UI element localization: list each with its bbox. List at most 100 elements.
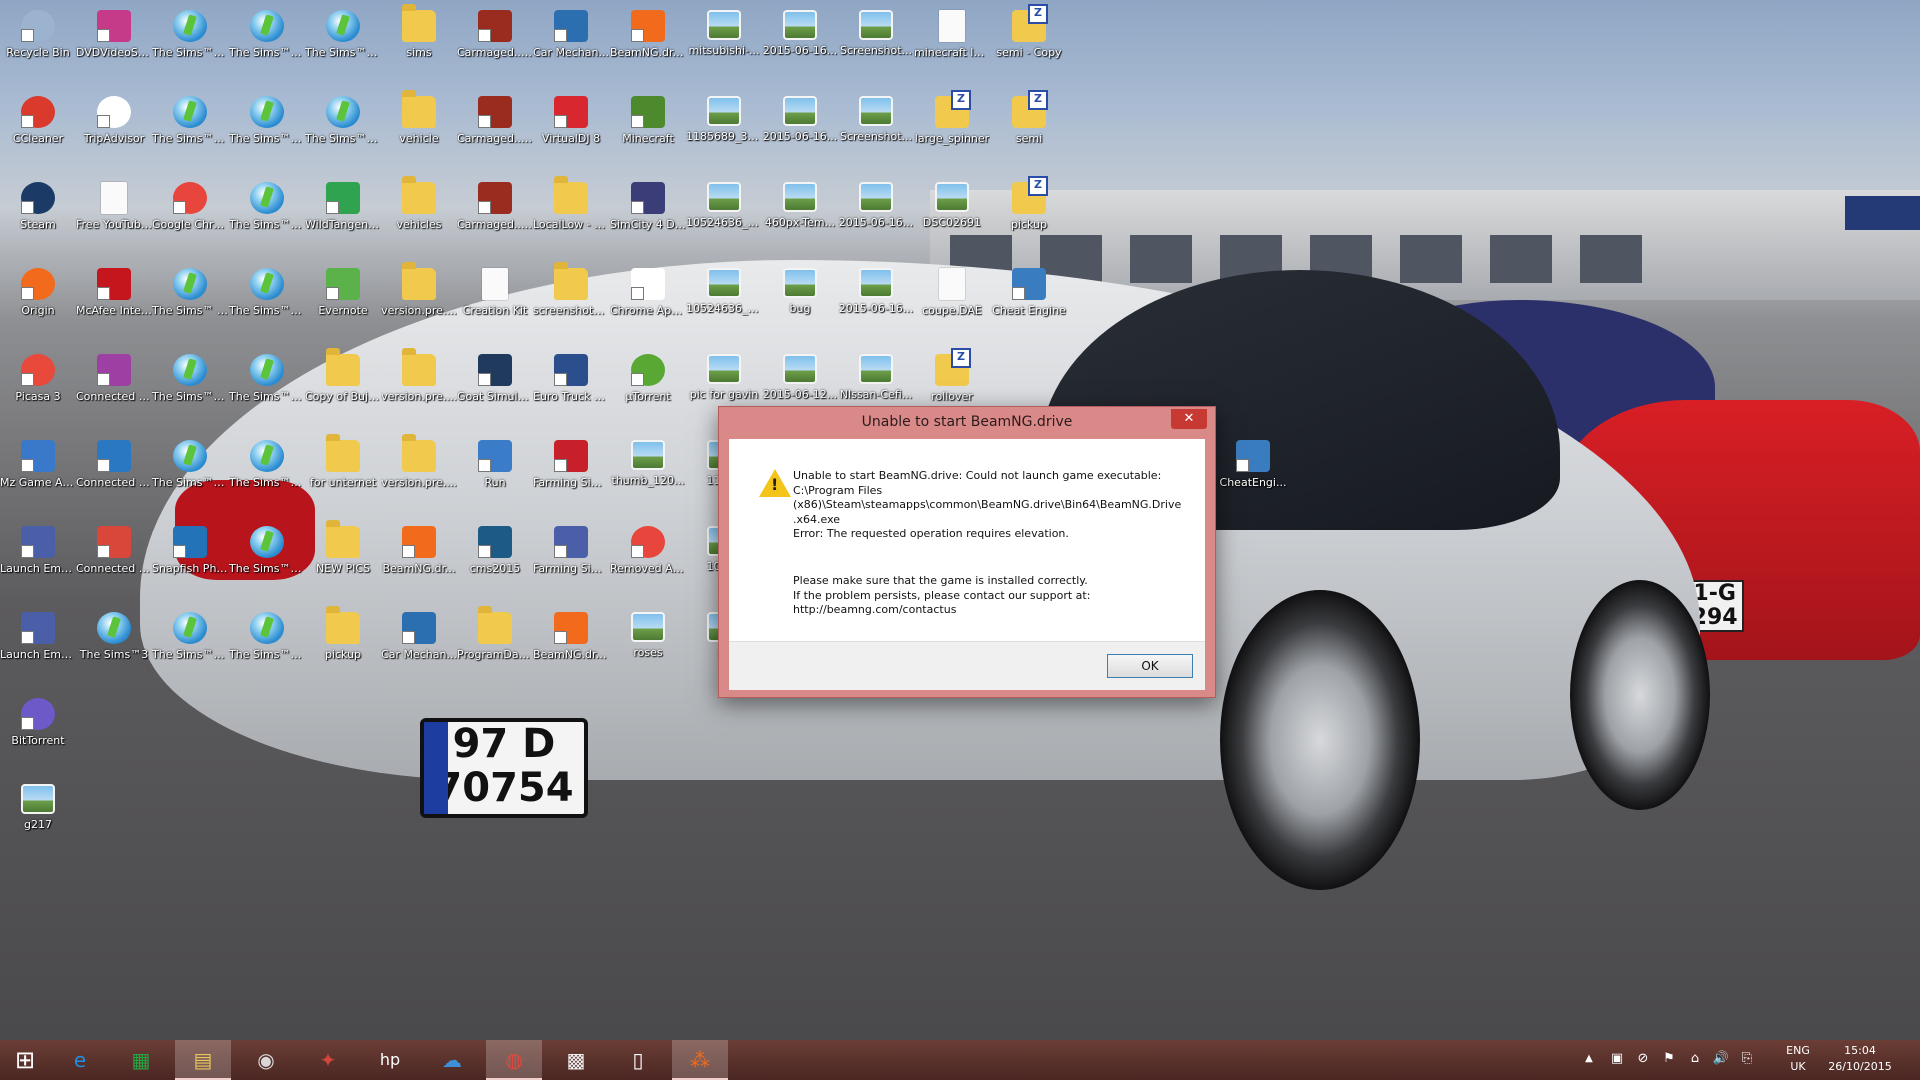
desktop-icon[interactable]: CheatEngi... — [1215, 434, 1291, 520]
desktop-icon[interactable]: for unternet — [305, 434, 381, 520]
desktop-icon[interactable]: Goat Simulator — [457, 348, 533, 434]
desktop-icon[interactable]: large_spinner — [914, 90, 990, 176]
support-link[interactable]: http://beamng.com/contactus — [793, 603, 1193, 618]
desktop-icon[interactable]: coupe.DAE — [914, 262, 990, 348]
desktop-icon[interactable]: McAfee Intern... — [76, 262, 152, 348]
desktop-icon[interactable]: Carmaged... Reincarnati... — [457, 90, 533, 176]
taskbar-app-button[interactable]: e — [52, 1040, 108, 1080]
volume-icon[interactable]: 🔊 — [1712, 1050, 1730, 1068]
taskbar-app-button[interactable]: ⁂ — [672, 1040, 728, 1080]
desktop-icon[interactable]: Snapfish Photos — [152, 520, 228, 606]
desktop-icon[interactable]: BeamNG.dr... - Shortcut — [610, 4, 686, 90]
language-indicator[interactable]: ENG UK — [1778, 1043, 1818, 1075]
desktop-icon[interactable]: Google Chrome — [152, 176, 228, 262]
desktop-icon[interactable]: DSC02691 — [914, 176, 990, 262]
display-icon[interactable]: ⎘ — [1738, 1050, 1756, 1068]
start-button[interactable]: ⊞ — [0, 1040, 50, 1080]
desktop-icon[interactable]: Car Mechan... — [533, 4, 609, 90]
desktop-icon[interactable]: The Sims™3 Generations — [152, 606, 228, 692]
desktop-icon[interactable]: The Sims™3 Diesel Stuff — [229, 4, 305, 90]
taskbar-app-button[interactable]: ▩ — [548, 1040, 604, 1080]
taskbar-app-button[interactable]: ◉ — [238, 1040, 294, 1080]
desktop-icon[interactable]: semi — [991, 90, 1067, 176]
desktop-icon[interactable]: Cheat Engine — [991, 262, 1067, 348]
taskbar-app-button[interactable]: ▯ — [610, 1040, 666, 1080]
desktop-icon[interactable]: Chrome App Launcher — [610, 262, 686, 348]
desktop-icon[interactable]: SimCity 4 Deluxe — [610, 176, 686, 262]
desktop-icon[interactable]: version.pre.... — [381, 348, 457, 434]
desktop-icon[interactable]: version.pre.... — [381, 434, 457, 520]
desktop-icon[interactable]: µTorrent — [610, 348, 686, 434]
desktop-icon[interactable]: Farming Simulator 15 — [533, 520, 609, 606]
desktop-icon[interactable]: 2015-06-16... — [838, 176, 914, 262]
taskbar-app-button[interactable]: ✦ — [300, 1040, 356, 1080]
taskbar-app-button[interactable]: ☁ — [424, 1040, 480, 1080]
desktop-icon[interactable]: g217 — [0, 778, 76, 864]
error-dialog[interactable]: Unable to start BeamNG.drive ✕ ! Unable … — [718, 406, 1216, 698]
desktop-icon[interactable]: Recycle Bin — [0, 4, 76, 90]
network-icon[interactable]: ⊘ — [1634, 1050, 1652, 1068]
desktop-icon[interactable]: thumb_120... — [610, 434, 686, 520]
desktop-icon[interactable]: Car Mechan... — [381, 606, 457, 692]
desktop-icon[interactable]: The Sims™3 Late Night — [152, 434, 228, 520]
desktop-icon[interactable]: The Sims™ Medieval — [152, 262, 228, 348]
desktop-icon[interactable]: TripAdvisor — [76, 90, 152, 176]
desktop-icon[interactable]: The Sims™3 Island Para... — [229, 348, 305, 434]
clock[interactable]: 15:04 26/10/2015 — [1820, 1043, 1900, 1075]
desktop-icon[interactable]: The Sims™3 Ambitions — [152, 348, 228, 434]
desktop-icon[interactable]: The Sims™3 Pets — [152, 4, 228, 90]
desktop-icon[interactable]: Origin — [0, 262, 76, 348]
desktop-icon[interactable]: Evernote — [305, 262, 381, 348]
desktop-icon[interactable]: Steam — [0, 176, 76, 262]
desktop-icon[interactable]: Minecraft — [610, 90, 686, 176]
desktop-icon[interactable]: 460px-Tem... — [762, 176, 838, 262]
desktop-icon[interactable]: The Sims™3 University ... — [229, 520, 305, 606]
desktop-icon[interactable]: version.pre.... — [381, 262, 457, 348]
taskbar-app-button[interactable]: hp — [362, 1040, 418, 1080]
desktop-icon[interactable]: Carmaged... TDR 2000 — [457, 176, 533, 262]
desktop-icon[interactable]: Creation Kit — [457, 262, 533, 348]
desktop-icon[interactable]: roses — [610, 606, 686, 692]
desktop-icon[interactable]: Removed Applications — [610, 520, 686, 606]
desktop-icon[interactable]: 1185689_30... — [686, 90, 762, 176]
desktop-icon[interactable]: mitsubishi-... — [686, 4, 762, 90]
desktop-icon[interactable]: minecraft launcher — [914, 4, 990, 90]
taskbar-app-button[interactable]: ◍ — [486, 1040, 542, 1080]
desktop-icon[interactable]: Run — [457, 434, 533, 520]
desktop-icon[interactable]: BeamNG.dr... - Shortcut — [533, 606, 609, 692]
desktop-icon[interactable]: Euro Truck Simulator 2 — [533, 348, 609, 434]
desktop-icon[interactable]: The Sims™3 — [76, 606, 152, 692]
desktop-icon[interactable]: CCleaner — [0, 90, 76, 176]
desktop-icon[interactable]: The Sims™3 High-End ... — [229, 606, 305, 692]
desktop-icon[interactable]: Farming Simulator ... — [533, 434, 609, 520]
desktop-icon[interactable]: NEW PICS — [305, 520, 381, 606]
desktop-icon[interactable]: The Sims™3 Seasons — [152, 90, 228, 176]
desktop-icon[interactable]: The Sims™3 World Adv... — [229, 176, 305, 262]
desktop-icon[interactable]: Mz Game Accelerator — [0, 434, 76, 520]
desktop-icon[interactable]: Launch Empire Ear... — [0, 520, 76, 606]
desktop-icon[interactable]: The Sims™3 Fast Lane ... — [229, 262, 305, 348]
taskbar-app-button[interactable]: ▤ — [175, 1040, 231, 1080]
desktop-icon[interactable]: Launch Empire Ear... — [0, 606, 76, 692]
desktop-icon[interactable]: Copy of Bujern — [305, 348, 381, 434]
desktop-icon[interactable]: Picasa 3 — [0, 348, 76, 434]
desktop-icon[interactable]: Connected Music — [76, 520, 152, 606]
desktop-icon[interactable]: LocalLow - Shortcut — [533, 176, 609, 262]
taskbar-app-button[interactable]: ▦ — [113, 1040, 169, 1080]
desktop-icon[interactable]: vehicles — [381, 176, 457, 262]
desktop-icon[interactable]: 10524636_4... — [686, 176, 762, 262]
ok-button[interactable]: OK — [1107, 654, 1193, 678]
desktop-icon[interactable]: pickup — [991, 176, 1067, 262]
action-center-icon[interactable]: ▣ — [1608, 1050, 1626, 1068]
desktop-icon[interactable]: 2015-06-16... — [762, 4, 838, 90]
desktop-icon[interactable]: The Sims™3 Supernatural — [229, 90, 305, 176]
desktop-icon[interactable]: BeamNG.dr... — [381, 520, 457, 606]
desktop-icon[interactable]: pickup — [305, 606, 381, 692]
desktop-icon[interactable]: sims — [381, 4, 457, 90]
desktop-icon[interactable]: The Sims™3 Town Life ... — [229, 434, 305, 520]
desktop-icon[interactable]: WildTangent Games for ... — [305, 176, 381, 262]
flag-icon[interactable]: ⚑ — [1660, 1050, 1678, 1068]
desktop-icon[interactable]: Screenshot... — [838, 90, 914, 176]
desktop-icon[interactable]: Connected Photo — [76, 348, 152, 434]
desktop-icon[interactable]: screenshots - Shortcut — [533, 262, 609, 348]
